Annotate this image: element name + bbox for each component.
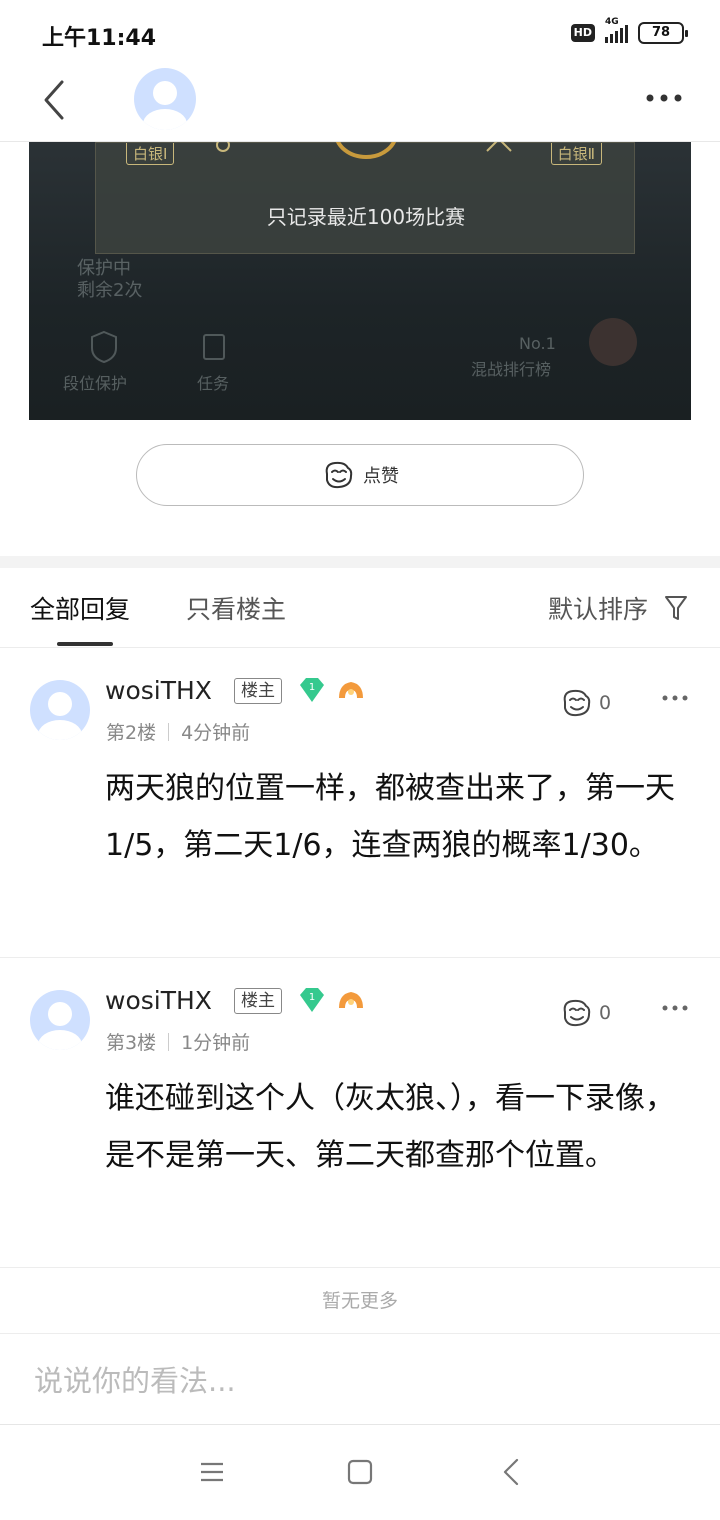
rank-emblem-icon	[335, 142, 397, 159]
reply-username[interactable]: wosiTHX	[105, 986, 212, 1015]
comment-bar	[0, 1335, 720, 1425]
sort-dropdown[interactable]: 默认排序	[548, 590, 688, 626]
medal-icon	[339, 992, 363, 1008]
reply-item: wosiTHX 楼主 1 第3楼 1分钟前 0 谁还碰到这个人（灰太狼、），看一…	[0, 958, 720, 1268]
reply-meta: 第2楼 4分钟前	[106, 718, 250, 745]
battery-icon: 78	[638, 22, 688, 44]
no-more-text: 暂无更多	[0, 1268, 720, 1334]
sort-label: 默认排序	[547, 595, 648, 624]
like-label: 点赞	[363, 466, 399, 487]
icon-label-task: 任务	[197, 374, 230, 393]
tab-all-replies[interactable]: 全部回复	[30, 590, 130, 626]
chevron-left-icon	[44, 80, 64, 120]
signal-icon: 4G	[605, 17, 628, 43]
system-nav-bar	[0, 1425, 720, 1520]
reply-time: 1分钟前	[181, 1032, 251, 1054]
reply-meta: 第3楼 1分钟前	[106, 1028, 250, 1055]
more-dots-icon[interactable]	[662, 1004, 688, 1012]
reply-content: 谁还碰到这个人（灰太狼、），看一下录像，是不是第一天、第二天都查那个位置。	[105, 1081, 675, 1173]
task-icon	[203, 334, 225, 360]
gem-level: 1	[309, 682, 315, 693]
gem-level-icon: 1	[300, 678, 324, 702]
more-dots-icon[interactable]	[662, 694, 688, 702]
comment-input[interactable]	[34, 1355, 684, 1407]
reply-like-count: 0	[599, 692, 612, 714]
floor-number: 第2楼	[106, 722, 157, 744]
status-bar: 上午11:44 HD 4G 78	[0, 0, 720, 62]
rank-right: 白银Ⅱ	[550, 143, 602, 165]
back-nav-icon[interactable]	[497, 1457, 527, 1487]
active-tab-indicator	[57, 642, 113, 646]
op-badge: 楼主	[234, 678, 282, 704]
more-dots-icon	[646, 94, 682, 102]
avatar-placeholder-icon	[38, 1002, 82, 1050]
post-image[interactable]: 白银Ⅰ 白银Ⅱ 只记录最近100场比赛 保护中 剩余2次 段位保护 任务 No.…	[29, 142, 691, 420]
star-icon	[486, 142, 512, 152]
thumbs-up-icon	[563, 999, 591, 1027]
reply-avatar[interactable]	[30, 680, 90, 740]
icon-label-leaderboard: 混战排行榜	[471, 360, 552, 379]
gem-level-icon: 1	[300, 988, 324, 1012]
gem-level: 1	[309, 992, 315, 1003]
leaderboard-icon	[589, 318, 637, 366]
reply-item: wosiTHX 楼主 1 第2楼 4分钟前 0 两天狼的位置一样，都被查出来了，…	[0, 648, 720, 958]
rank-panel: 白银Ⅰ 白银Ⅱ 只记录最近100场比赛	[95, 142, 635, 254]
avatar-placeholder-icon	[143, 81, 187, 130]
thumbs-up-icon	[563, 689, 591, 717]
avatar-placeholder-icon	[38, 692, 82, 740]
back-button[interactable]	[36, 78, 76, 122]
filter-icon	[665, 596, 687, 620]
battery-level: 78	[651, 25, 671, 40]
network-type: 4G	[605, 17, 619, 27]
status-icons: HD 4G 78	[570, 17, 688, 44]
protect-status: 保护中 剩余2次	[77, 258, 142, 302]
shield-icon	[91, 330, 117, 364]
reply-username[interactable]: wosiTHX	[105, 676, 212, 705]
icon-label-protect: 段位保护	[63, 374, 128, 393]
top-nav	[0, 62, 720, 142]
icon-label-rank: No.1	[519, 334, 556, 353]
record-text: 只记录最近100场比赛	[266, 205, 466, 229]
menu-icon[interactable]	[197, 1457, 227, 1487]
reply-like-button[interactable]: 0	[559, 998, 611, 1028]
protect-line-1: 保护中	[77, 258, 131, 279]
op-badge: 楼主	[234, 988, 282, 1014]
status-time: 上午11:44	[42, 26, 157, 51]
tab-op-only[interactable]: 只看楼主	[186, 590, 286, 626]
protect-line-2: 剩余2次	[77, 280, 143, 301]
section-divider	[0, 556, 720, 568]
author-avatar[interactable]	[134, 68, 196, 130]
more-options-button[interactable]	[642, 86, 686, 110]
reply-content: 两天狼的位置一样，都被查出来了，第一天1/5，第二天1/6，连查两狼的概率1/3…	[105, 771, 675, 863]
thumbs-up-icon	[325, 461, 353, 489]
medal-icon	[339, 682, 363, 698]
reply-like-count: 0	[599, 1002, 612, 1024]
floor-number: 第3楼	[106, 1032, 157, 1054]
reply-time: 4分钟前	[181, 722, 251, 744]
rank-left: 白银Ⅰ	[126, 143, 175, 165]
reply-tabs: 全部回复 只看楼主 默认排序	[0, 568, 720, 648]
home-icon[interactable]	[345, 1457, 375, 1487]
reply-avatar[interactable]	[30, 990, 90, 1050]
reply-like-button[interactable]: 0	[559, 688, 611, 718]
like-button[interactable]: 点赞	[136, 444, 584, 506]
star-icon	[216, 142, 230, 152]
hd-icon: HD	[570, 24, 595, 42]
